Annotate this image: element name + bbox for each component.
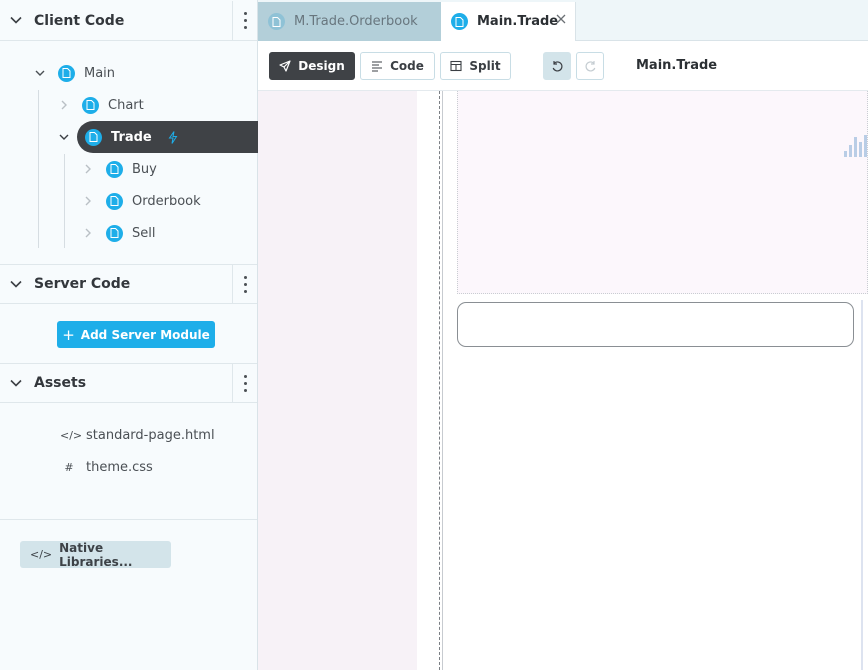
tree-item-orderbook[interactable]: Orderbook [82, 188, 201, 214]
undo-icon [552, 60, 562, 72]
lightning-icon [168, 130, 178, 144]
sidebar: Client Code Main Chart Trade Buy Orderbo… [0, 0, 258, 670]
plus-icon: + [62, 325, 75, 344]
tab-label: M.Trade.Orderbook [294, 14, 418, 29]
file-icon [58, 64, 75, 82]
add-server-module-label: Add Server Module [80, 327, 210, 342]
undo-button[interactable] [543, 52, 571, 80]
file-icon [106, 224, 123, 242]
scroll-rail[interactable] [861, 300, 863, 670]
client-code-header[interactable]: Client Code [0, 1, 257, 41]
chevron-right-icon[interactable] [82, 227, 94, 239]
tree-item-label: Sell [132, 225, 156, 241]
asset-item-label: theme.css [86, 459, 153, 475]
asset-item-theme-css[interactable]: # theme.css [60, 454, 153, 480]
design-canvas[interactable] [258, 91, 868, 670]
tree-item-trade[interactable]: Trade [77, 121, 258, 153]
file-icon [106, 192, 123, 210]
split-label: Split [469, 59, 501, 73]
close-icon[interactable] [556, 14, 566, 24]
tree-item-chart[interactable]: Chart [58, 92, 144, 118]
design-button[interactable]: Design [269, 52, 355, 80]
server-code-title: Server Code [34, 276, 131, 292]
tab-label: Main.Trade [477, 14, 559, 29]
assets-menu-button[interactable] [232, 364, 257, 402]
code-icon: </> [60, 428, 83, 442]
tree-item-label: Trade [111, 129, 152, 145]
code-label: Code [390, 59, 424, 73]
chevron-down-icon[interactable] [34, 67, 46, 79]
tree-guide-line [64, 154, 65, 248]
code-icon: </> [30, 548, 53, 561]
file-icon [451, 13, 468, 30]
send-icon [279, 60, 291, 72]
tree-item-label: Chart [108, 97, 144, 113]
file-icon [106, 160, 123, 178]
tree-item-buy[interactable]: Buy [82, 156, 157, 182]
chevron-right-icon[interactable] [82, 195, 94, 207]
column-guide [442, 91, 443, 670]
split-icon [450, 60, 462, 72]
chevron-right-icon[interactable] [58, 99, 70, 111]
assets-title: Assets [34, 375, 87, 391]
editor-tabs: M.Trade.Orderbook Main.Trade [258, 0, 868, 41]
tab-m-trade-orderbook[interactable]: M.Trade.Orderbook [258, 2, 441, 41]
component-placeholder[interactable] [457, 91, 868, 294]
file-icon [82, 96, 99, 114]
tree-item-label: Main [84, 65, 116, 81]
canvas-gutter [258, 91, 417, 670]
asset-item-standard-page[interactable]: </> standard-page.html [60, 422, 215, 448]
divider [0, 519, 257, 520]
tree-item-label: Orderbook [132, 193, 201, 209]
hash-icon: # [64, 460, 74, 474]
tree-item-label: Buy [132, 161, 157, 177]
redo-icon [585, 60, 595, 72]
client-code-title: Client Code [34, 12, 125, 29]
add-server-module-button[interactable]: + Add Server Module [57, 321, 215, 348]
tree-item-main[interactable]: Main [34, 60, 115, 86]
server-code-header[interactable]: Server Code [0, 264, 257, 304]
native-libraries-label: Native Libraries... [59, 540, 133, 569]
bar-chart-icon [844, 135, 867, 157]
kebab-icon [243, 274, 247, 295]
design-label: Design [298, 59, 345, 73]
text-box-component[interactable] [457, 302, 854, 347]
assets-header[interactable]: Assets [0, 363, 257, 403]
chevron-down-icon[interactable] [9, 376, 23, 390]
chevron-right-icon[interactable] [82, 163, 94, 175]
file-icon [268, 13, 285, 30]
client-code-menu-button[interactable] [232, 1, 257, 40]
chevron-down-icon[interactable] [9, 277, 23, 291]
tree-guide-line [38, 90, 39, 248]
server-code-menu-button[interactable] [232, 265, 257, 303]
column-guide [439, 91, 440, 670]
editor-toolbar: Design Code Split Main.Trade [258, 41, 868, 91]
split-button[interactable]: Split [440, 52, 511, 80]
form-title: Main.Trade [636, 58, 718, 73]
chevron-down-icon[interactable] [9, 13, 23, 27]
kebab-icon [243, 373, 247, 394]
redo-button[interactable] [576, 52, 604, 80]
tab-main-trade[interactable]: Main.Trade [441, 2, 576, 41]
code-button[interactable]: Code [360, 52, 435, 80]
tree-item-sell[interactable]: Sell [82, 220, 155, 246]
kebab-icon [243, 10, 247, 31]
native-libraries-button[interactable]: </> Native Libraries... [20, 540, 171, 569]
align-left-icon [372, 61, 383, 72]
chevron-down-icon[interactable] [58, 131, 70, 143]
file-icon [85, 128, 102, 146]
asset-item-label: standard-page.html [86, 427, 215, 443]
